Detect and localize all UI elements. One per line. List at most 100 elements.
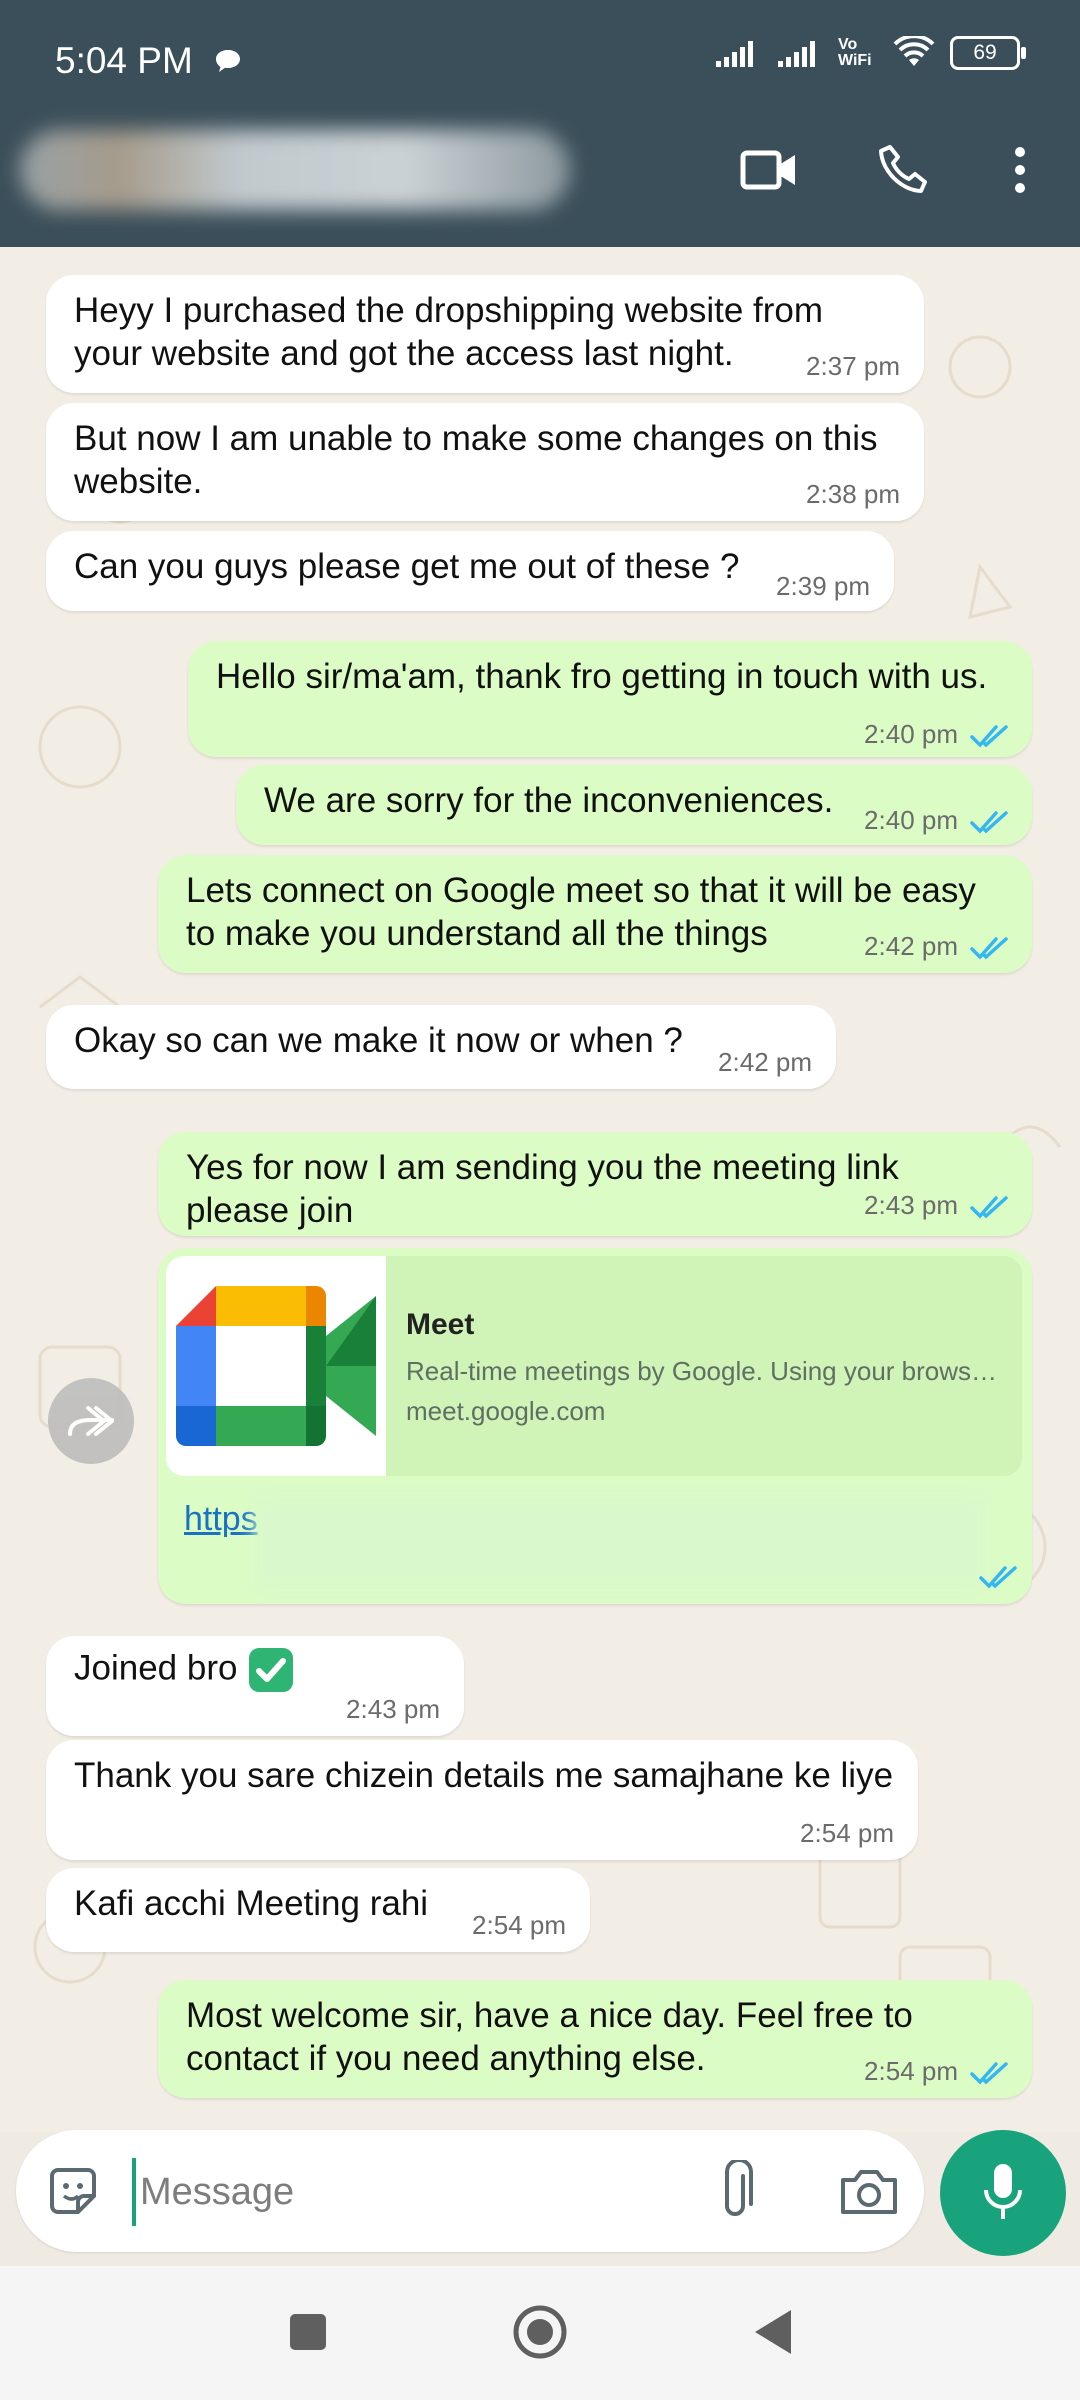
outgoing-message[interactable]: Hello sir/ma'am, thank fro getting in to… <box>188 641 1032 757</box>
message-time: 2:54 pm <box>864 2056 958 2086</box>
link-preview-card[interactable]: Meet Real-time meetings by Google. Using… <box>166 1256 1022 1476</box>
link-preview-domain: meet.google.com <box>406 1396 606 1426</box>
status-icons: Vo WiFi 69 <box>714 36 1026 70</box>
incoming-message[interactable]: Kafi acchi Meeting rahi 2:54 pm <box>46 1868 590 1952</box>
signal-icon <box>716 41 753 67</box>
message-time: 2:54 pm <box>800 1818 894 1848</box>
wifi-icon <box>893 36 935 66</box>
message-time: 2:39 pm <box>776 571 870 601</box>
message-time: 2:42 pm <box>718 1047 812 1077</box>
message-text-line: contact if you need anything else. <box>186 2039 706 2078</box>
outgoing-message[interactable]: Lets connect on Google meet so that it w… <box>158 855 1032 973</box>
composer-bar <box>16 2130 924 2252</box>
link-preview-title: Meet <box>406 1308 475 1341</box>
message-text-line: Heyy I purchased the dropshipping websit… <box>74 291 824 330</box>
meeting-link-blurred <box>255 1497 985 1587</box>
message-time: 2:37 pm <box>806 351 900 381</box>
message-text: Okay so can we make it now or when ? <box>74 1019 683 1062</box>
incoming-message[interactable]: Heyy I purchased the dropshipping websit… <box>46 275 924 393</box>
message-text-line: to make you understand all the things <box>186 914 768 953</box>
message-text: We are sorry for the inconveniences. <box>264 779 833 822</box>
message-text-line: Okay so can we make it now or when ? <box>74 1021 683 1060</box>
read-receipt-icon <box>970 1196 1008 1219</box>
forward-button[interactable] <box>48 1378 134 1464</box>
outgoing-message[interactable]: We are sorry for the inconveniences. 2:40… <box>236 765 1032 845</box>
message-text-line: Lets connect on Google meet so that it w… <box>186 871 976 910</box>
message-text-line: Most welcome sir, have a nice day. Feel … <box>186 1996 913 2035</box>
message-text: Thank you sare chizein details me samajh… <box>74 1754 893 1797</box>
voice-call-icon <box>879 145 927 193</box>
outgoing-message[interactable]: Most welcome sir, have a nice day. Feel … <box>158 1980 1032 2098</box>
google-meet-logo <box>166 1256 386 1476</box>
message-time: 2:54 pm <box>472 1910 566 1940</box>
camera-button[interactable] <box>832 2156 906 2226</box>
message-text-line: But now I am unable to make some changes… <box>74 419 878 458</box>
message-text: Lets connect on Google meet so that it w… <box>186 869 976 955</box>
incoming-message[interactable]: Joined bro 2:43 pm <box>46 1636 464 1736</box>
battery-level: 69 <box>973 41 997 64</box>
message-text: Yes for now I am sending you the meeting… <box>186 1146 899 1232</box>
battery-icon: 69 <box>950 36 1026 70</box>
message-text-line: Can you guys please get me out of these … <box>74 547 740 586</box>
video-call-icon <box>740 150 795 190</box>
paperclip-icon <box>725 2160 753 2216</box>
chat-notification-icon <box>213 42 243 84</box>
microphone-icon <box>984 2164 1022 2219</box>
camera-icon <box>841 2170 897 2214</box>
home-button[interactable] <box>508 2300 572 2364</box>
top-bar: 5:04 PM Vo WiFi 69 <box>0 0 1080 247</box>
outgoing-message[interactable]: Yes for now I am sending you the meeting… <box>158 1132 1032 1236</box>
read-receipt-icon <box>979 1566 1017 1589</box>
recents-button[interactable] <box>280 2304 336 2360</box>
attach-button[interactable] <box>706 2156 776 2226</box>
back-icon <box>755 2310 791 2354</box>
more-options-button[interactable] <box>985 140 1055 200</box>
message-text-line: your website and got the access last nig… <box>74 334 734 373</box>
meeting-link[interactable]: https <box>184 1500 258 1539</box>
system-nav-bar <box>0 2266 1080 2400</box>
message-text: But now I am unable to make some changes… <box>74 417 878 503</box>
message-text-line: please join <box>186 1191 354 1230</box>
incoming-message[interactable]: Okay so can we make it now or when ? 2:42… <box>46 1005 836 1089</box>
message-text: Most welcome sir, have a nice day. Feel … <box>186 1994 913 2080</box>
voice-message-button[interactable] <box>940 2130 1066 2256</box>
video-call-button[interactable] <box>735 140 805 200</box>
message-text-line: Hello sir/ma'am, thank fro getting in to… <box>216 657 988 696</box>
incoming-message[interactable]: Thank you sare chizein details me samajh… <box>46 1740 918 1860</box>
message-text-line: We are sorry for the inconveniences. <box>264 781 834 820</box>
status-time-text: 5:04 PM <box>55 40 193 81</box>
check-mark-emoji-icon <box>237 1648 295 1692</box>
emoji-button[interactable] <box>40 2158 106 2224</box>
incoming-message[interactable]: But now I am unable to make some changes… <box>46 403 924 521</box>
message-time: 2:38 pm <box>806 479 900 509</box>
message-text-line: website. <box>74 462 203 501</box>
link-preview-description: Real-time meetings by Google. Using your… <box>406 1356 998 1386</box>
message-text: Hello sir/ma'am, thank fro getting in to… <box>216 655 987 698</box>
message-text-line: Thank you sare chizein details me samajh… <box>74 1756 894 1795</box>
message-input[interactable] <box>132 2158 702 2226</box>
message-time: 2:43 pm <box>864 1190 958 1220</box>
contact-header-blurred[interactable] <box>20 130 570 210</box>
sticker-icon <box>50 2168 96 2214</box>
recents-icon <box>290 2314 326 2350</box>
read-receipt-icon <box>970 725 1008 748</box>
signal-icon-2 <box>778 41 815 67</box>
message-text: Can you guys please get me out of these … <box>74 545 739 588</box>
status-time: 5:04 PM <box>55 40 243 84</box>
vowifi-label: Vo WiFi <box>838 36 872 69</box>
home-icon <box>513 2305 567 2359</box>
back-button[interactable] <box>745 2304 801 2360</box>
forward-icon <box>68 1406 114 1436</box>
read-receipt-icon <box>970 937 1008 960</box>
message-time: 2:40 pm <box>864 719 958 749</box>
message-text: Kafi acchi Meeting rahi <box>74 1882 428 1925</box>
message-text-line: Yes for now I am sending you the meeting… <box>186 1148 899 1187</box>
message-time: 2:42 pm <box>864 931 958 961</box>
message-text-line: Joined bro <box>74 1646 295 1694</box>
read-receipt-icon <box>970 2062 1008 2085</box>
voice-call-button[interactable] <box>868 140 938 200</box>
message-time: 2:43 pm <box>346 1694 440 1724</box>
more-options-icon <box>1015 147 1025 193</box>
message-text: Heyy I purchased the dropshipping websit… <box>74 289 823 375</box>
incoming-message[interactable]: Can you guys please get me out of these … <box>46 531 894 611</box>
